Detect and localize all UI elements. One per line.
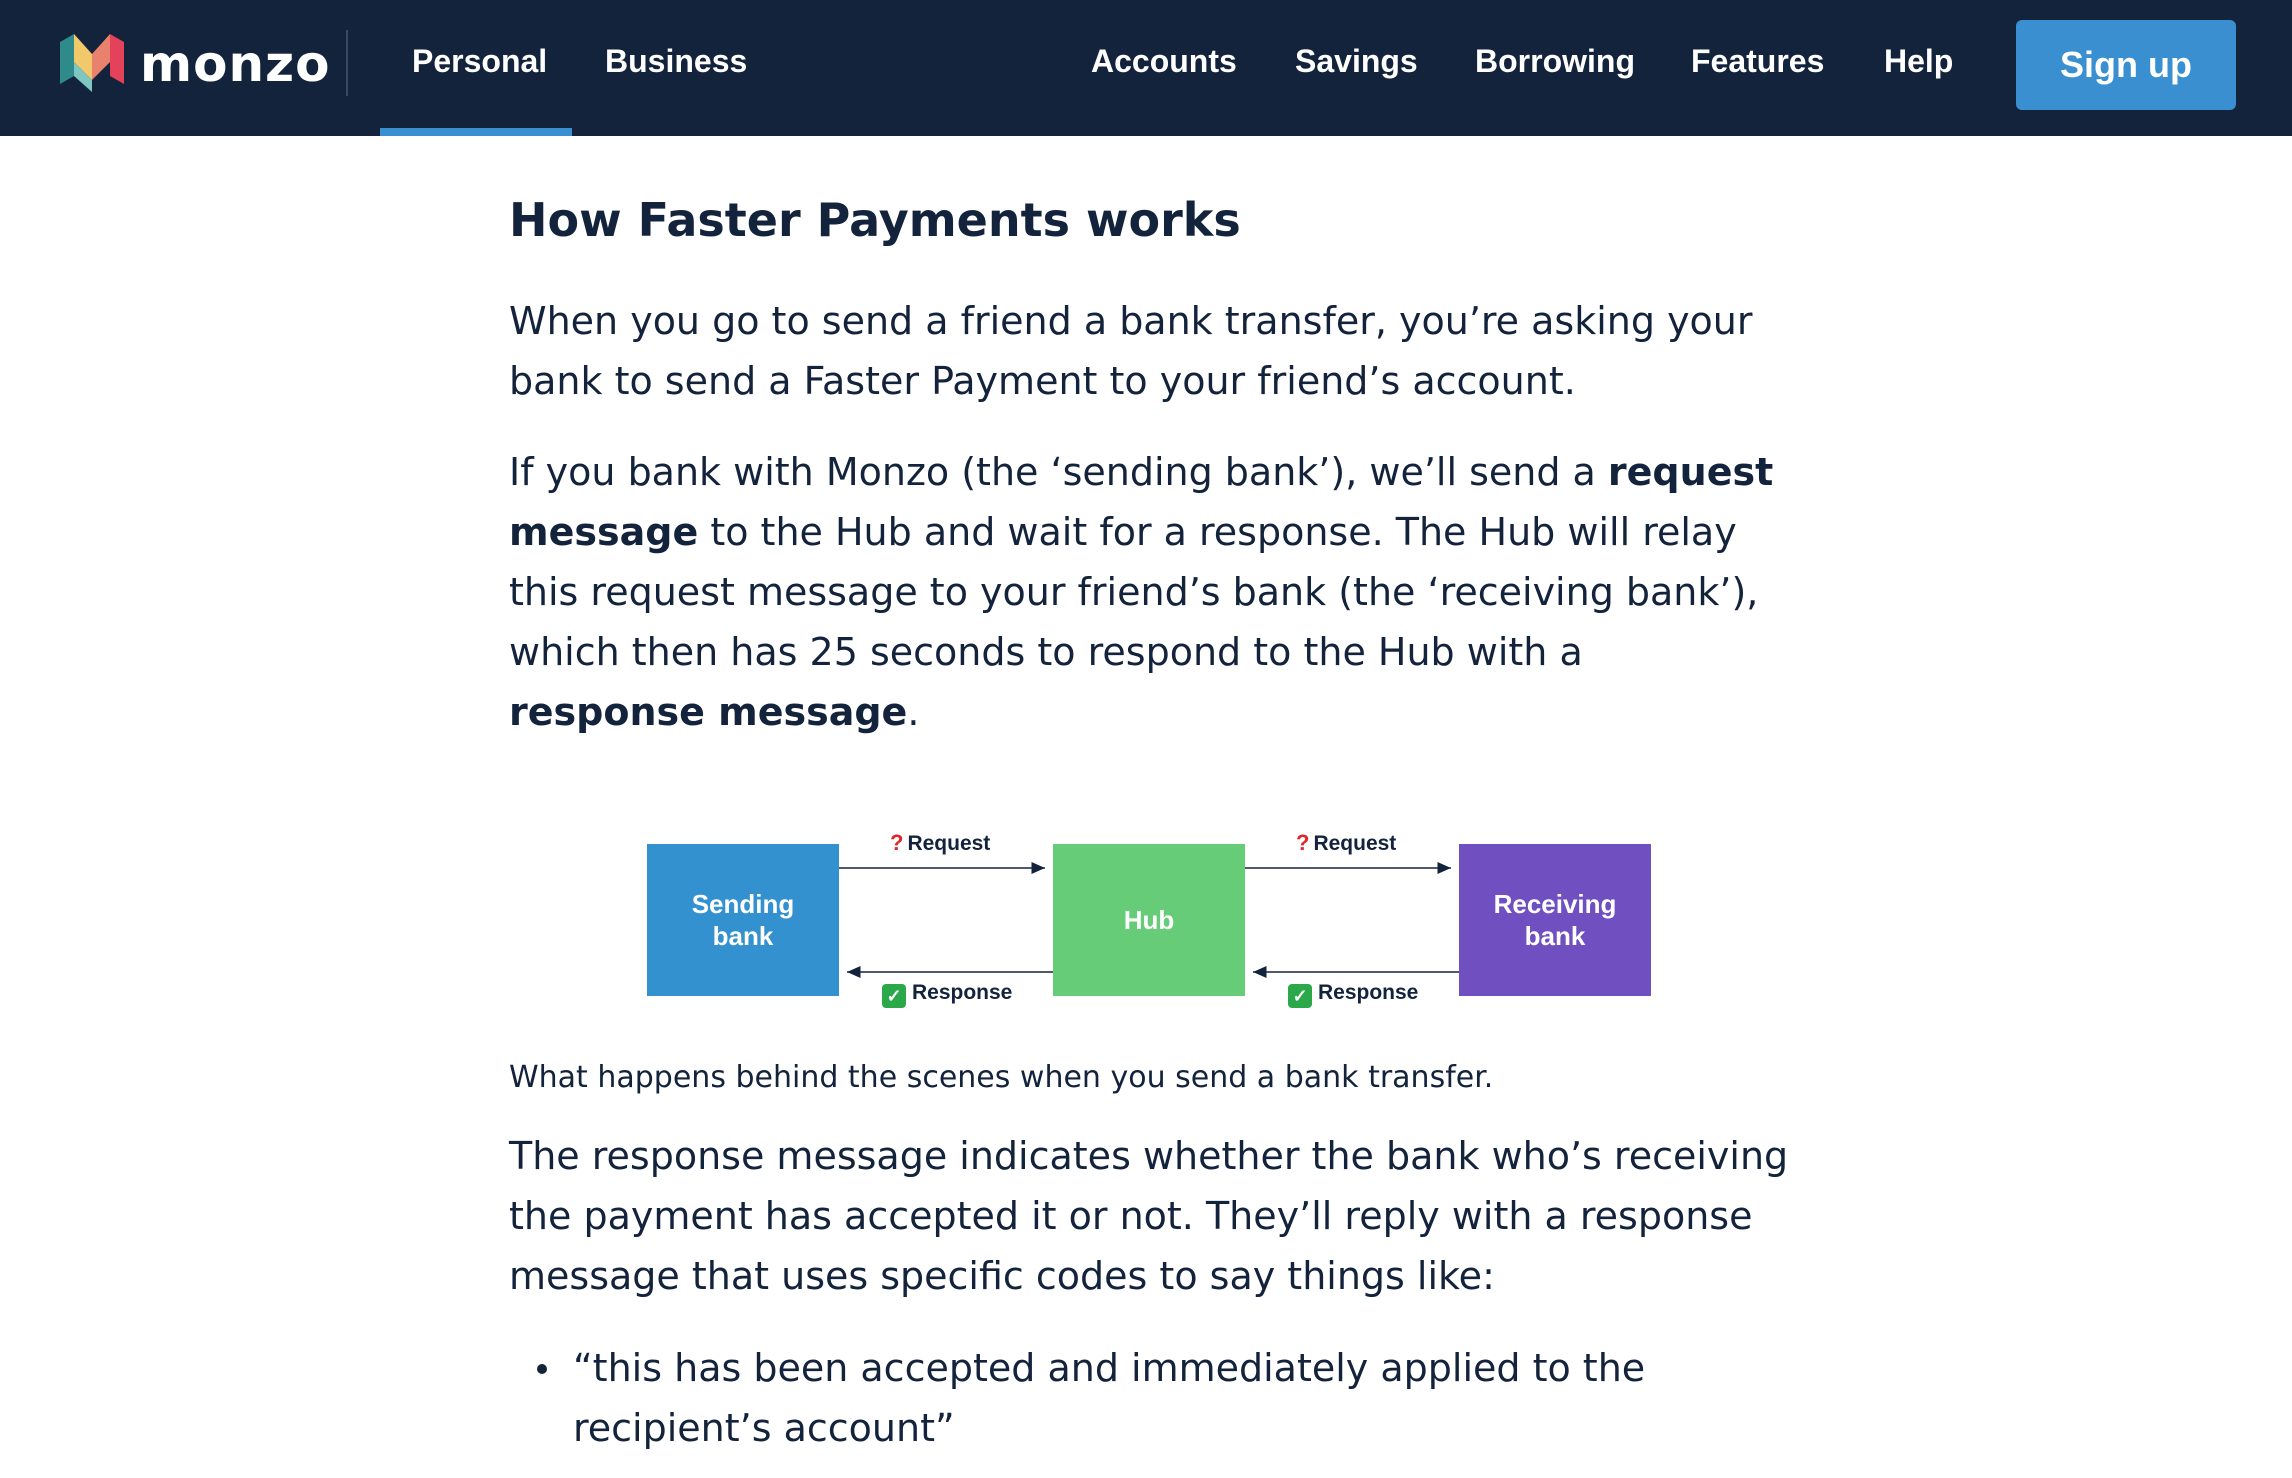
question-mark-icon: ? — [1296, 830, 1310, 855]
response-text: Response — [1318, 981, 1419, 1004]
nav-link-savings[interactable]: Savings — [1295, 36, 1418, 86]
check-mark-icon: ✓ — [882, 984, 906, 1008]
bullet-icon — [537, 1364, 547, 1374]
response-label-2: ✓ Response — [1288, 980, 1418, 1008]
response-text: Response — [912, 981, 1013, 1004]
nav-link-borrowing[interactable]: Borrowing — [1475, 36, 1635, 86]
paragraph-text: If you bank with Monzo (the ‘sending ban… — [509, 450, 1608, 494]
section-heading: How Faster Payments works — [509, 193, 1241, 247]
receiving-bank-box: Receiving bank — [1459, 844, 1651, 996]
check-mark-icon: ✓ — [1288, 984, 1312, 1008]
brand-wordmark: monzo — [140, 35, 331, 93]
sending-bank-box: Sending bank — [647, 844, 839, 996]
active-tab-indicator — [380, 128, 572, 136]
nav-tab-personal[interactable]: Personal — [412, 36, 547, 86]
faster-payments-diagram: Sending bank Hub Receiving bank ? Request… — [640, 820, 1660, 1020]
nav-divider — [346, 30, 348, 96]
nav-link-features[interactable]: Features — [1691, 36, 1824, 86]
hub-label: Hub — [1123, 905, 1175, 935]
hub-box: Hub — [1053, 844, 1245, 996]
list-item-text: “this has been accepted and immediately … — [573, 1346, 1646, 1450]
receiving-bank-label: Receiving bank — [1493, 889, 1617, 951]
request-label-1: ? Request — [890, 830, 990, 857]
request-text: Request — [1313, 832, 1397, 855]
intro-paragraph: When you go to send a friend a bank tran… — [509, 299, 1753, 403]
question-mark-icon: ? — [890, 830, 904, 855]
list-item: “this has been accepted and immediately … — [509, 1338, 1789, 1458]
bold-term-response-message: response message — [509, 690, 908, 734]
request-text: Request — [907, 832, 991, 855]
paragraph-text: . — [907, 690, 920, 734]
sign-up-button[interactable]: Sign up — [2016, 20, 2236, 110]
monzo-m-icon — [60, 34, 124, 92]
request-label-2: ? Request — [1296, 830, 1396, 857]
top-nav: monzo Personal Business Accounts Savings… — [0, 0, 2292, 136]
response-codes-list: “this has been accepted and immediately … — [509, 1338, 1789, 1458]
article-header: How Faster Payments works — [509, 180, 1779, 260]
sending-bank-label: Sending bank — [691, 889, 795, 951]
diagram-caption: What happens behind the scenes when you … — [509, 1060, 1494, 1095]
request-paragraph: If you bank with Monzo (the ‘sending ban… — [509, 442, 1789, 742]
nav-tab-business[interactable]: Business — [605, 36, 747, 86]
nav-link-help[interactable]: Help — [1884, 36, 1953, 86]
response-paragraph: The response message indicates whether t… — [509, 1134, 1789, 1298]
response-label-1: ✓ Response — [882, 980, 1012, 1008]
nav-link-accounts[interactable]: Accounts — [1091, 36, 1237, 86]
